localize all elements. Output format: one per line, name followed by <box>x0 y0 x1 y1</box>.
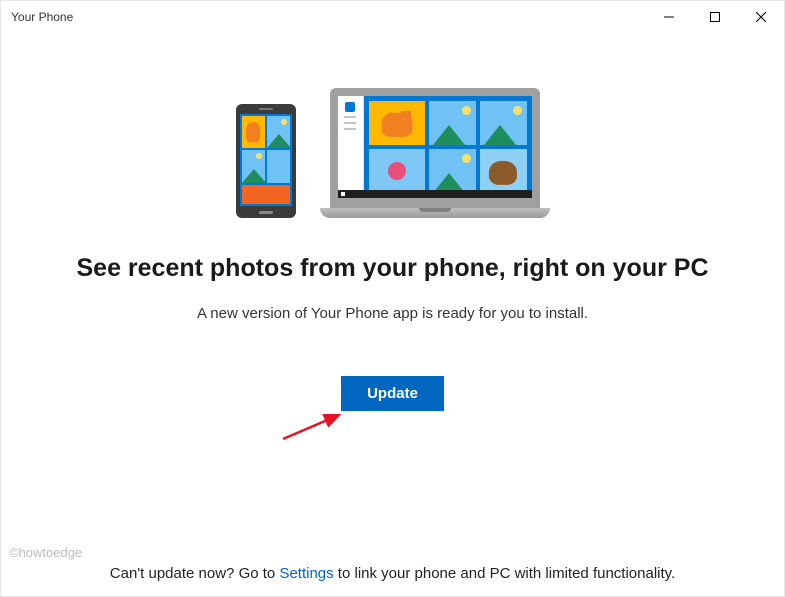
main-content: See recent photos from your phone, right… <box>1 33 784 411</box>
headline: See recent photos from your phone, right… <box>41 254 744 283</box>
phone-tile-mountain2 <box>242 150 265 182</box>
window-controls <box>646 1 784 33</box>
watermark: ©howtoedge <box>9 545 82 560</box>
maximize-icon <box>710 12 720 22</box>
footer-suffix: to link your phone and PC with limited f… <box>334 565 676 582</box>
phone-tile-cat <box>242 116 265 148</box>
laptop-tile-mountain2 <box>480 101 527 145</box>
laptop-taskbar <box>338 190 532 198</box>
phone-tile-sky <box>267 150 290 182</box>
laptop-illustration <box>320 88 550 218</box>
maximize-button[interactable] <box>692 1 738 33</box>
phone-screen <box>240 114 292 206</box>
settings-link[interactable]: Settings <box>279 565 333 582</box>
footer: Can't update now? Go to Settings to link… <box>1 565 784 582</box>
laptop-tile-flower <box>369 149 425 193</box>
phone-tile-orange <box>242 185 290 204</box>
window-title: Your Phone <box>11 10 73 24</box>
hero-illustration <box>1 88 784 218</box>
laptop-tile-mountain <box>429 101 476 145</box>
minimize-icon <box>664 12 674 22</box>
laptop-tile-mountain3 <box>429 149 476 193</box>
annotation-arrow <box>279 409 349 443</box>
laptop-screen <box>330 88 540 208</box>
update-button[interactable]: Update <box>341 376 444 411</box>
close-button[interactable] <box>738 1 784 33</box>
laptop-base <box>320 208 550 218</box>
phone-illustration <box>236 104 296 218</box>
subtext: A new version of Your Phone app is ready… <box>1 305 784 322</box>
minimize-button[interactable] <box>646 1 692 33</box>
phone-tile-mountain <box>267 116 290 148</box>
footer-prefix: Can't update now? Go to <box>110 565 280 582</box>
laptop-tile-cat <box>369 101 425 145</box>
laptop-tile-bear <box>480 149 527 193</box>
laptop-sidebar <box>338 96 364 198</box>
close-icon <box>756 12 766 22</box>
laptop-photo-grid <box>364 96 532 198</box>
titlebar: Your Phone <box>1 1 784 33</box>
